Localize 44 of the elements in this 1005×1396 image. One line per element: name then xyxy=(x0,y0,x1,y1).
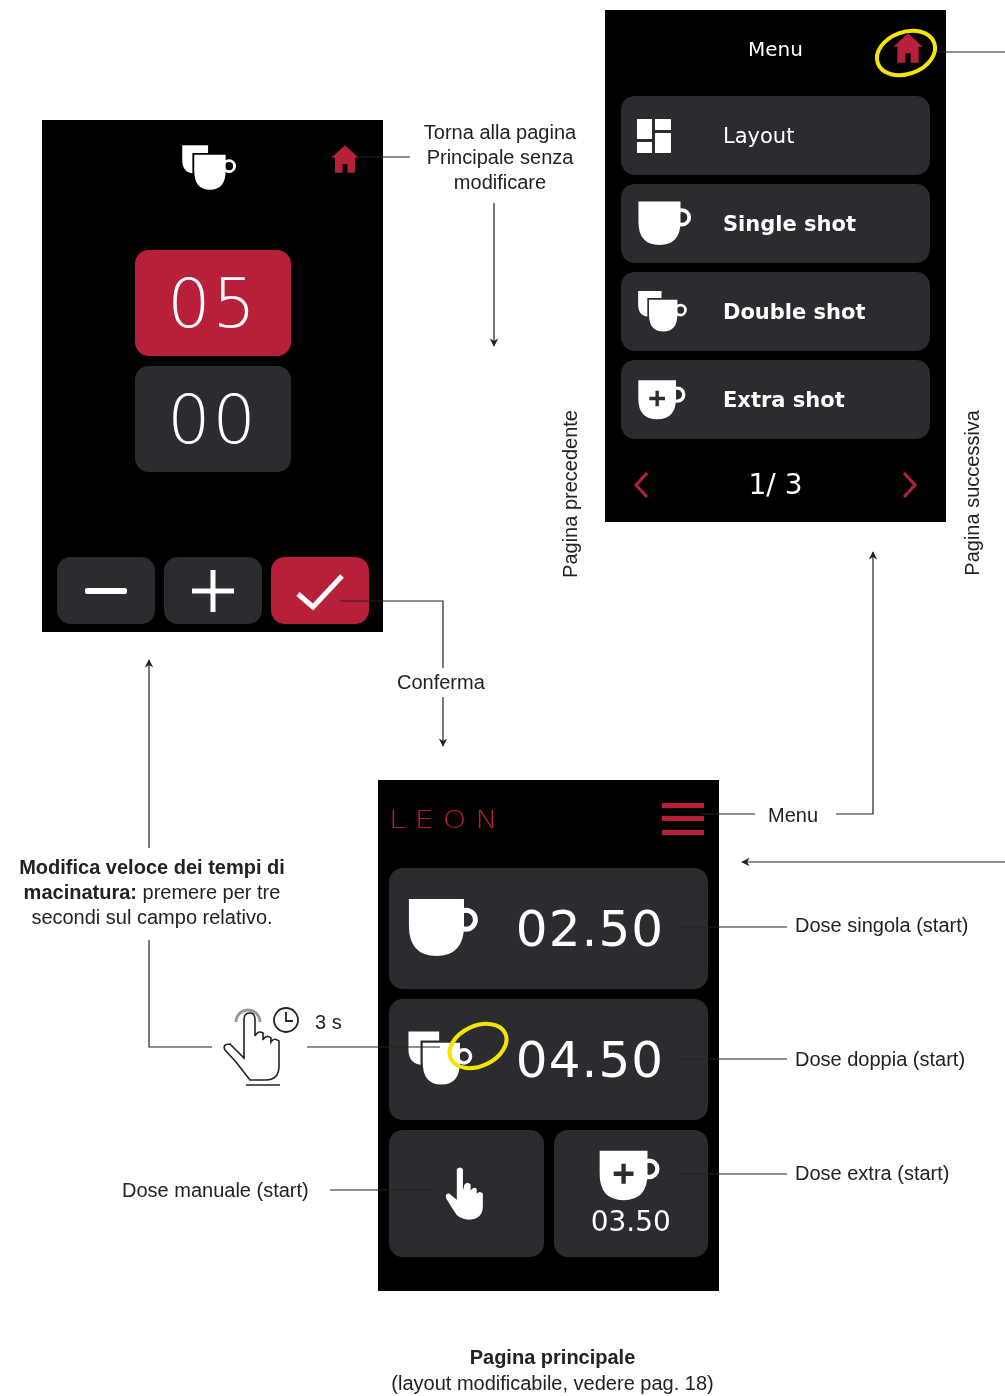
dose-button[interactable]: 04.50 xyxy=(389,999,708,1120)
annotation-text: Dose doppia (start) xyxy=(795,1047,966,1072)
annotation-text: Pagina precedente xyxy=(558,410,582,578)
menu-item[interactable]: Single shot xyxy=(621,184,930,263)
arrow xyxy=(438,696,448,747)
chevron-right-icon[interactable] xyxy=(902,470,918,499)
annotation-text: Menu xyxy=(768,803,819,828)
screen-title: Menu xyxy=(748,36,803,61)
highlight-ellipse xyxy=(447,1021,509,1071)
menu-item[interactable]: Double shot xyxy=(621,272,930,351)
plus-icon xyxy=(191,569,234,612)
caption-title: Pagina principale xyxy=(469,1345,636,1370)
page-indicator: 1/ 3 xyxy=(748,468,803,501)
annotation-text: Torna alla pagina Principale senza modificare xyxy=(422,120,578,195)
time-value-field[interactable]: 05 xyxy=(134,250,291,356)
brand-logo: LEON xyxy=(389,805,507,833)
leader-line xyxy=(934,51,1005,53)
annotation-text: Pagina successiva xyxy=(960,410,984,576)
confirm-button[interactable] xyxy=(270,557,369,624)
leader-line xyxy=(359,156,411,158)
menu-icon[interactable] xyxy=(662,803,704,835)
annotation-text: Modifica veloce dei tempi di macinatura: premere per tre secondi sul campo relativo. xyxy=(18,855,286,930)
menu-item[interactable]: Layout xyxy=(621,96,930,175)
annotation-text: Dose manuale (start) xyxy=(122,1178,309,1203)
dose-button[interactable]: 02.50 xyxy=(389,868,708,989)
highlight-ellipse xyxy=(874,28,938,78)
annotation-text: Dose singola (start) xyxy=(795,913,969,938)
manual-dose-button[interactable] xyxy=(389,1130,544,1257)
annotation-text: 3 s xyxy=(315,1010,342,1035)
time-value-field[interactable]: 00 xyxy=(134,366,291,472)
annotation-text: Dose extra (start) xyxy=(795,1161,950,1186)
annotation-text: Conferma xyxy=(397,670,485,695)
minus-icon xyxy=(84,587,127,594)
home-icon[interactable] xyxy=(892,32,924,64)
caption-text: (layout modificabile, vedere pag. 18) xyxy=(391,1371,714,1396)
chevron-left-icon[interactable] xyxy=(633,470,649,499)
plus-button[interactable] xyxy=(163,557,262,624)
grid-icon xyxy=(637,118,671,153)
leader-line xyxy=(699,813,756,815)
extra-dose-button[interactable]: 03.50 xyxy=(553,1130,708,1257)
minus-button[interactable] xyxy=(56,557,155,624)
clock-icon xyxy=(273,1007,299,1033)
menu-item[interactable]: Extra shot xyxy=(621,360,930,439)
touch-hand-icon xyxy=(223,1008,281,1086)
